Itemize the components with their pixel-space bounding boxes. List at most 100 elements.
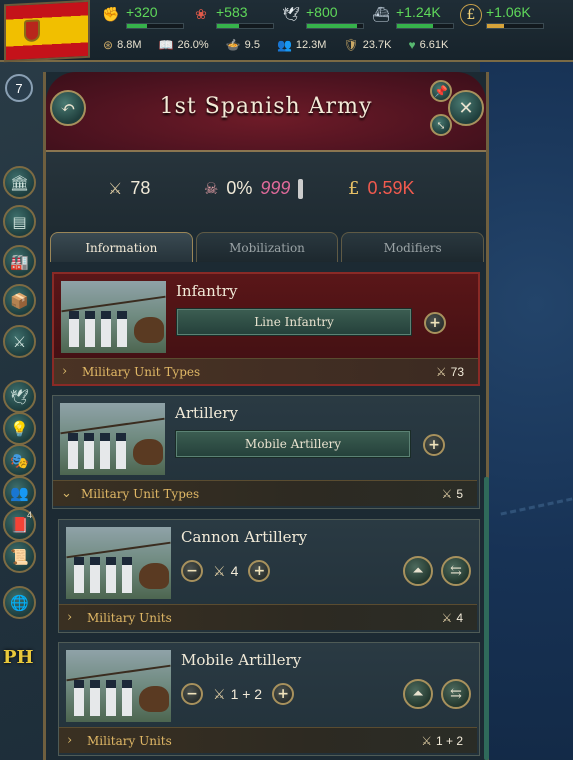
trade-button[interactable]: 📦	[3, 284, 36, 317]
government-button[interactable]: 🏛	[3, 166, 36, 199]
stat-army[interactable]: 🛡 23.7K	[343, 38, 391, 52]
add-unit-type-button[interactable]: +	[424, 312, 446, 334]
upgrade-button[interactable]: ⏶	[403, 556, 433, 586]
upgrade-button[interactable]: ⏶	[403, 679, 433, 709]
pin-button[interactable]: 📌	[430, 80, 452, 102]
minus-icon: −	[186, 563, 198, 579]
population-button[interactable]: 👥	[3, 476, 36, 509]
pound-icon: £	[460, 4, 482, 26]
economy-button[interactable]: ▤	[3, 205, 36, 238]
stepper-value: ⚔ 4	[213, 562, 239, 580]
unit-card-footer[interactable]: › Military Units ⚔ 1 + 2	[59, 727, 477, 753]
decrease-button[interactable]: −	[181, 560, 203, 582]
economy-icon: ▤	[12, 212, 27, 231]
unit-portrait	[66, 650, 171, 722]
unit-card-footer[interactable]: › Military Unit Types ⚔ 73	[54, 358, 478, 384]
manpower-value: 78	[130, 178, 151, 198]
tab-modifiers[interactable]: Modifiers	[341, 232, 485, 262]
stat-value: 23.7K	[362, 39, 392, 51]
unit-stepper: − ⚔ 1 + 2 +	[181, 683, 295, 705]
decrease-button[interactable]: −	[181, 683, 203, 705]
close-button[interactable]: ✕	[448, 90, 484, 126]
country-flag[interactable]	[4, 0, 90, 63]
military-button[interactable]: ⚔	[3, 325, 36, 358]
resource-influence[interactable]: ❀ +583	[190, 4, 280, 34]
stats-row: ⊛ 8.8M 📖 26.0% 🍲 9.5 👥 12.3M 🛡 23.7K ♥ 6.61K	[103, 38, 465, 52]
upkeep-stat[interactable]: £ 0.59K	[348, 178, 415, 199]
upgrade-arrows-icon: ⏶	[412, 686, 424, 702]
unit-card-title: Cannon Artillery	[181, 528, 308, 546]
industry-button[interactable]: 🏭	[3, 245, 36, 278]
unit-type-button[interactable]: Mobile Artillery	[175, 430, 411, 458]
panel-header: 1st Spanish Army	[46, 72, 486, 152]
swap-icon: ⇆	[450, 686, 462, 702]
resource-value: +1.24K	[396, 4, 441, 20]
unit-card-title: Artillery	[175, 404, 238, 422]
add-unit-type-button[interactable]: +	[423, 434, 445, 456]
swap-button[interactable]: ⇆	[441, 679, 471, 709]
tab-information[interactable]: Information	[50, 232, 193, 262]
panel-tabs: Information Mobilization Modifiers	[50, 232, 485, 262]
morale-meter	[298, 178, 304, 199]
pin-icon: 📌	[434, 84, 448, 98]
skull-icon: ☠	[204, 179, 219, 198]
stat-gdp[interactable]: ⊛ 8.8M	[103, 38, 142, 52]
stepper-value: ⚔ 1 + 2	[213, 685, 263, 703]
unit-card-cannon-artillery[interactable]: Cannon Artillery − ⚔ 4 + ⏶ ⇆ › Military U…	[58, 519, 480, 633]
stat-value: 8.8M	[117, 39, 142, 51]
manpower-stat[interactable]: ⚔ 78	[108, 178, 150, 199]
casualty-stat[interactable]: ☠ 0% 999	[204, 178, 304, 199]
stat-literacy[interactable]: 📖 26.0%	[159, 38, 209, 52]
resource-authority[interactable]: ✊ +320	[100, 4, 190, 34]
population-icon: 👥	[10, 483, 29, 502]
coat-of-arms	[24, 19, 40, 43]
ph-logo[interactable]: PH	[3, 647, 34, 668]
resource-navy[interactable]: ⛴ +1.24K	[370, 4, 460, 34]
stat-population[interactable]: 👥 12.3M	[277, 38, 327, 52]
resource-row: ✊ +320 ❀ +583 🕊 +800 ⛴ +1.24K £ +1.06K	[100, 4, 550, 34]
increase-button[interactable]: +	[272, 683, 295, 705]
level-badge[interactable]: 7	[5, 74, 33, 102]
increase-button[interactable]: +	[248, 560, 271, 582]
stat-food[interactable]: 🍲 9.5	[226, 38, 260, 52]
swap-button[interactable]: ⇆	[441, 556, 471, 586]
footer-label: Military Units	[87, 610, 172, 625]
stat-value: 6.61K	[419, 39, 449, 51]
minus-icon: −	[186, 686, 198, 702]
diplomacy-button[interactable]: 🕊	[3, 380, 36, 413]
unit-type-button[interactable]: Line Infantry	[176, 308, 412, 336]
scrollbar[interactable]	[484, 477, 489, 760]
plus-icon: +	[253, 563, 266, 579]
heart-icon: ♥	[408, 38, 416, 52]
ledger-button[interactable]: 📜	[3, 540, 36, 573]
minimize-button[interactable]: ⤡	[430, 114, 452, 136]
unit-card-title: Mobile Artillery	[181, 651, 302, 669]
unit-card-footer[interactable]: ⌄ Military Unit Types ⚔ 5	[53, 480, 477, 506]
unit-card-infantry[interactable]: Infantry Line Infantry + › Military Unit…	[52, 272, 480, 386]
tab-mobilization[interactable]: Mobilization	[195, 232, 339, 262]
unit-card-footer[interactable]: › Military Units ⚔ 4	[59, 604, 477, 630]
unit-list: Infantry Line Infantry + › Military Unit…	[52, 272, 480, 760]
resource-treasury[interactable]: £ +1.06K	[460, 4, 550, 34]
battalion-icon: ⚔	[441, 486, 453, 501]
world-button[interactable]: 🌐	[3, 586, 36, 619]
back-button[interactable]: ↶	[50, 90, 86, 126]
army-summary: ⚔ 78 ☠ 0% 999 £ 0.59K	[46, 152, 486, 230]
sea-area	[480, 0, 573, 760]
stat-approval[interactable]: ♥ 6.61K	[408, 38, 448, 52]
technology-button[interactable]: 💡	[3, 412, 36, 445]
army-title: 1st Spanish Army	[159, 94, 373, 119]
stat-value: 9.5	[244, 39, 260, 51]
stat-value: 12.3M	[295, 39, 327, 51]
unit-portrait	[61, 281, 166, 353]
resource-bar	[216, 23, 274, 29]
morale-value: 999	[260, 178, 291, 198]
unit-portrait	[66, 527, 171, 599]
unit-card-mobile-artillery[interactable]: Mobile Artillery − ⚔ 1 + 2 + ⏶ ⇆ › Milita…	[58, 642, 480, 756]
back-arrow-icon: ↶	[60, 97, 76, 119]
politics-button[interactable]: 🎭	[3, 444, 36, 477]
dove-icon: 🕊	[282, 7, 300, 23]
authority-icon: ✊	[102, 7, 120, 23]
unit-card-artillery[interactable]: Artillery Mobile Artillery + ⌄ Military …	[52, 395, 480, 509]
resource-diplomacy[interactable]: 🕊 +800	[280, 4, 370, 34]
